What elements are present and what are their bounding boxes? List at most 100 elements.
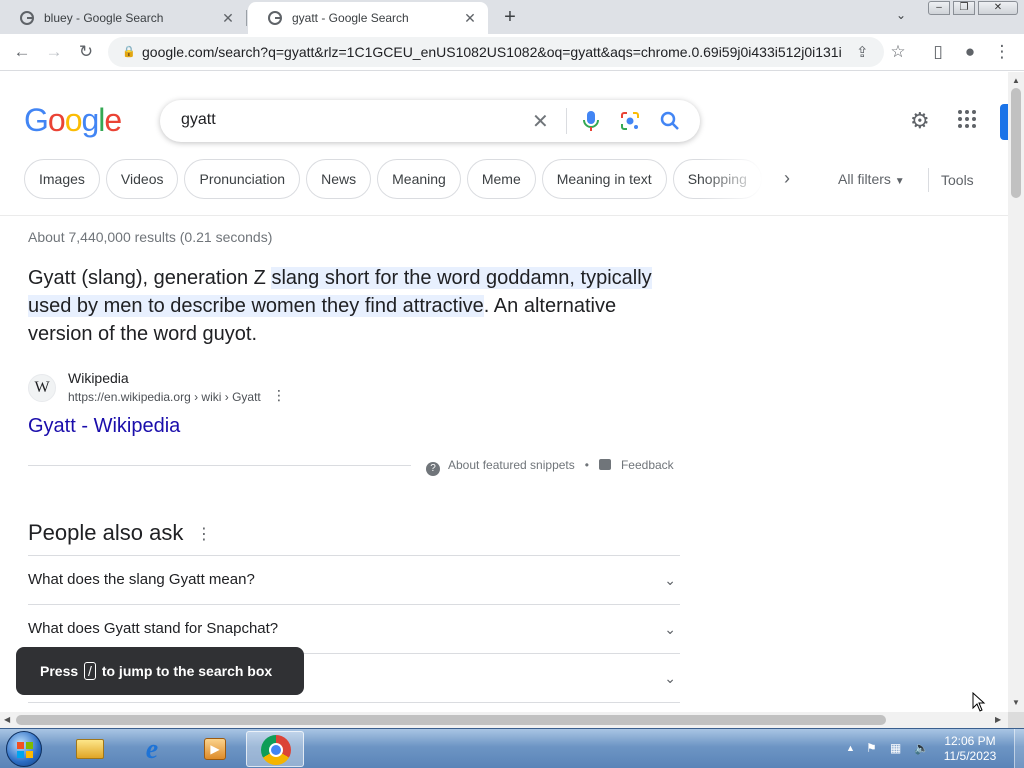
vertical-scrollbar[interactable]: ▲ ▼ [1008, 72, 1024, 712]
network-icon[interactable]: ▦ [890, 741, 901, 755]
caret-down-icon: ▼ [894, 176, 905, 187]
account-button[interactable] [1000, 104, 1008, 140]
clock-date: 11/5/2023 [943, 749, 997, 763]
featured-snippet-text: Gyatt (slang), generation Z slang short … [28, 264, 678, 348]
profile-icon[interactable]: ● [958, 40, 982, 64]
sidepanel-icon[interactable]: ▯ [926, 40, 950, 64]
paa-question-text: What does the slang Gyatt mean? [28, 571, 255, 588]
scroll-left-icon[interactable]: ◀ [4, 715, 10, 724]
clear-icon[interactable]: ✕ [532, 109, 549, 134]
chrome-icon [261, 735, 291, 765]
paa-question[interactable]: What does the slang Gyatt mean? ⌄ [28, 555, 680, 604]
tab-bluey[interactable]: bluey - Google Search ✕ [0, 2, 246, 34]
horizontal-scrollbar[interactable]: ◀ ▶ [0, 712, 1008, 728]
all-filters-label: All filters [838, 171, 891, 187]
divider [28, 702, 680, 703]
wikipedia-favicon: W [28, 374, 56, 402]
share-icon[interactable]: ⇪ [856, 43, 869, 61]
google-favicon-icon [20, 11, 34, 25]
mic-icon[interactable] [582, 110, 600, 132]
start-button[interactable] [6, 731, 42, 767]
result-title-link[interactable]: Gyatt - Wikipedia [28, 415, 180, 438]
windows-logo-icon [17, 742, 33, 758]
lock-icon[interactable]: 🔒 [122, 45, 136, 58]
tab-title: gyatt - Google Search [292, 11, 409, 25]
system-clock[interactable]: 12:06 PM 11/5/2023 [930, 734, 1010, 764]
chevron-down-icon: ⌄ [664, 670, 676, 686]
gear-icon[interactable]: ⚙ [910, 108, 930, 134]
close-icon[interactable]: ✕ [462, 10, 478, 27]
tools-button[interactable]: Tools [928, 168, 974, 192]
chevron-down-icon[interactable]: ⌄ [896, 8, 906, 22]
window-close-button[interactable]: ✕ [978, 1, 1018, 15]
scroll-corner [1008, 712, 1024, 728]
source-site-name[interactable]: Wikipedia [68, 370, 129, 386]
snippet-text: Gyatt (slang), generation Z [28, 267, 272, 289]
filter-chip-meme[interactable]: Meme [466, 159, 536, 199]
filter-chip-meaning[interactable]: Meaning [377, 159, 461, 199]
feedback-link[interactable]: Feedback [621, 458, 674, 472]
scroll-right-icon[interactable]: ▶ [995, 715, 1001, 724]
chevron-down-icon: ⌄ [664, 572, 676, 588]
windows-taskbar: e ▶ ▲ ⚑ ▦ 🔈 12:06 PM 11/5/2023 [0, 728, 1024, 768]
maximize-button[interactable]: ❐ [953, 1, 975, 15]
minimize-button[interactable]: – [928, 1, 950, 15]
more-options-icon[interactable]: ⋮ [272, 387, 286, 404]
scroll-thumb[interactable] [16, 715, 886, 725]
address-bar[interactable]: 🔒 google.com/search?q=gyatt&rlz=1C1GCEU_… [108, 37, 884, 67]
filter-chip-meaning-in-text[interactable]: Meaning in text [541, 159, 667, 199]
action-center-icon[interactable]: ⚑ [866, 741, 877, 755]
lens-icon[interactable] [620, 111, 640, 131]
tray-expand-icon[interactable]: ▲ [846, 743, 855, 753]
result-stats: About 7,440,000 results (0.21 seconds) [28, 229, 273, 245]
paa-question-text: What does Gyatt stand for Snapchat? [28, 620, 279, 637]
reload-icon[interactable]: ↻ [74, 40, 98, 64]
search-input[interactable]: gyatt [181, 111, 216, 129]
show-desktop-button[interactable] [1014, 729, 1024, 768]
forward-icon[interactable]: → [42, 40, 66, 64]
taskbar-media-player[interactable]: ▶ [184, 731, 242, 767]
menu-icon[interactable]: ⋮ [990, 40, 1014, 64]
separator-dot: • [584, 458, 589, 472]
url-text[interactable]: google.com/search?q=gyatt&rlz=1C1GCEU_en… [142, 44, 842, 60]
scroll-up-icon[interactable]: ▲ [1012, 76, 1020, 85]
logo-letter: G [24, 102, 49, 138]
all-filters-button[interactable]: All filters ▼ [838, 171, 905, 187]
chips-fade [700, 159, 764, 199]
taskbar-explorer[interactable] [60, 731, 118, 767]
feedback-icon [598, 459, 611, 470]
search-box[interactable]: gyatt ✕ [160, 100, 700, 142]
taskbar-ie[interactable]: e [122, 731, 180, 767]
tab-strip: bluey - Google Search ✕ gyatt - Google S… [0, 0, 1024, 34]
paa-question[interactable]: What does Gyatt stand for Snapchat? ⌄ [28, 604, 680, 653]
apps-grid-icon[interactable] [958, 110, 976, 128]
filter-chip-news[interactable]: News [306, 159, 372, 199]
chevron-right-icon[interactable]: › [784, 168, 790, 189]
more-options-icon[interactable]: ⋮ [196, 524, 212, 544]
divider [28, 465, 411, 466]
mouse-cursor-icon [972, 692, 986, 712]
browser-toolbar: ← → ↻ 🔒 google.com/search?q=gyatt&rlz=1C… [0, 34, 1024, 71]
tab-gyatt[interactable]: gyatt - Google Search ✕ [248, 2, 488, 34]
star-icon[interactable]: ☆ [886, 40, 910, 64]
scroll-down-icon[interactable]: ▼ [1012, 698, 1020, 707]
google-favicon-icon [268, 11, 282, 25]
toast-text: to jump to the search box [101, 663, 273, 679]
taskbar-chrome[interactable] [246, 731, 304, 767]
plus-icon[interactable]: + [500, 6, 520, 29]
google-logo[interactable]: Google [24, 102, 122, 139]
filter-chip-pronunciation[interactable]: Pronunciation [184, 159, 301, 199]
result-source[interactable]: W Wikipedia https://en.wikipedia.org › w… [28, 370, 328, 410]
filter-chip-videos[interactable]: Videos [105, 159, 179, 199]
search-icon[interactable] [660, 111, 680, 131]
filter-chip-images[interactable]: Images [24, 159, 100, 199]
volume-icon[interactable]: 🔈 [914, 741, 929, 755]
tab-title: bluey - Google Search [44, 11, 164, 25]
source-url[interactable]: https://en.wikipedia.org › wiki › Gyatt [68, 390, 261, 404]
scroll-thumb[interactable] [1011, 88, 1021, 198]
media-player-icon: ▶ [204, 738, 226, 760]
logo-letter: o [47, 102, 66, 138]
back-icon[interactable]: ← [10, 40, 34, 64]
close-icon[interactable]: ✕ [220, 10, 236, 27]
about-snippets-link[interactable]: About featured snippets [448, 458, 575, 472]
